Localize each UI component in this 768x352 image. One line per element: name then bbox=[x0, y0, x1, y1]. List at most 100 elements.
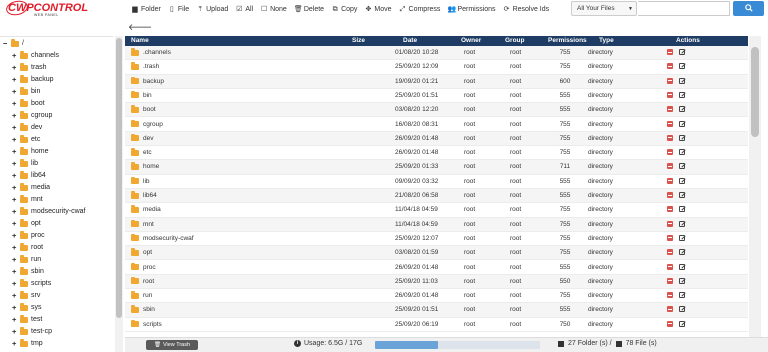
expand-icon[interactable]: + bbox=[12, 195, 18, 204]
tree-root[interactable]: − / bbox=[3, 39, 24, 48]
tree-scrollbar[interactable] bbox=[115, 36, 123, 352]
col-owner[interactable]: Owner bbox=[461, 37, 481, 44]
table-row[interactable]: scripts 25/09/20 06:19 root root 750 director… bbox=[125, 318, 748, 332]
expand-icon[interactable]: + bbox=[12, 339, 18, 348]
row-name[interactable]: sbin bbox=[131, 305, 155, 313]
delete-icon[interactable] bbox=[667, 306, 673, 313]
row-name[interactable]: etc bbox=[131, 148, 152, 156]
edit-icon[interactable] bbox=[679, 234, 685, 241]
table-scrollbar-thumb[interactable] bbox=[751, 47, 759, 137]
table-row[interactable]: root 25/09/20 11:03 root root 550 directory bbox=[125, 274, 748, 290]
delete-icon[interactable] bbox=[667, 120, 673, 127]
delete-icon[interactable] bbox=[667, 320, 673, 327]
edit-icon[interactable] bbox=[679, 263, 685, 270]
delete-icon[interactable] bbox=[667, 77, 673, 84]
col-size[interactable]: Size bbox=[352, 37, 365, 44]
row-permissions[interactable]: 755 bbox=[555, 121, 575, 128]
view-trash-button[interactable]: 🗑 View Trash bbox=[146, 340, 198, 350]
expand-icon[interactable]: + bbox=[12, 315, 18, 324]
tree-item[interactable]: + lib64 bbox=[12, 171, 46, 180]
edit-icon[interactable] bbox=[679, 220, 685, 227]
table-row[interactable]: boot 03/08/20 12:20 root root 555 directory bbox=[125, 103, 748, 118]
delete-icon[interactable] bbox=[667, 263, 673, 270]
toolbar-all-button[interactable]: ☑ All bbox=[235, 6, 253, 13]
table-row[interactable]: dev 26/09/20 01:48 root root 755 directory bbox=[125, 131, 748, 147]
collapse-icon[interactable]: − bbox=[3, 39, 9, 48]
row-name[interactable]: media bbox=[131, 205, 161, 213]
table-row[interactable]: bin 25/09/20 01:51 root root 555 directory bbox=[125, 89, 748, 104]
row-permissions[interactable]: 755 bbox=[555, 249, 575, 256]
toolbar-move-button[interactable]: ✥ Move bbox=[364, 6, 391, 13]
expand-icon[interactable]: + bbox=[12, 243, 18, 252]
tree-item[interactable]: + sys bbox=[12, 303, 42, 312]
delete-icon[interactable] bbox=[667, 206, 673, 213]
row-permissions[interactable]: 555 bbox=[555, 106, 575, 113]
row-name[interactable]: root bbox=[131, 276, 154, 285]
col-date[interactable]: Date bbox=[403, 37, 417, 44]
row-permissions[interactable]: 555 bbox=[555, 264, 575, 271]
tree-item[interactable]: + modsecurity-cwaf bbox=[12, 207, 85, 216]
tree-item[interactable]: + bin bbox=[12, 87, 40, 96]
row-permissions[interactable]: 555 bbox=[555, 92, 575, 99]
tree-item[interactable]: + backup bbox=[12, 75, 54, 84]
col-type[interactable]: Type bbox=[599, 37, 614, 44]
col-group[interactable]: Group bbox=[505, 37, 525, 44]
delete-icon[interactable] bbox=[667, 49, 673, 55]
row-name[interactable]: dev bbox=[131, 133, 153, 142]
edit-icon[interactable] bbox=[679, 120, 685, 127]
tree-item[interactable]: + run bbox=[12, 255, 41, 264]
expand-icon[interactable]: + bbox=[12, 159, 18, 168]
edit-icon[interactable] bbox=[679, 249, 685, 256]
edit-icon[interactable] bbox=[679, 149, 685, 156]
tree-item[interactable]: + test-cp bbox=[12, 327, 52, 336]
delete-icon[interactable] bbox=[667, 149, 673, 156]
expand-icon[interactable]: + bbox=[12, 111, 18, 120]
expand-icon[interactable]: + bbox=[12, 51, 18, 60]
toolbar-compress-button[interactable]: ⤢ Compress bbox=[399, 6, 441, 13]
edit-icon[interactable] bbox=[679, 134, 685, 141]
row-permissions[interactable]: 755 bbox=[555, 206, 575, 213]
search-input[interactable] bbox=[638, 1, 730, 16]
delete-icon[interactable] bbox=[667, 234, 673, 241]
tree-item[interactable]: + lib bbox=[12, 159, 38, 168]
edit-icon[interactable] bbox=[679, 91, 685, 98]
row-permissions[interactable]: 755 bbox=[555, 63, 575, 70]
table-row[interactable]: media 11/04/18 04:59 root root 755 directory bbox=[125, 203, 748, 218]
table-row[interactable]: sbin 25/09/20 01:51 root root 555 directory bbox=[125, 303, 748, 318]
table-row[interactable]: opt 03/08/20 01:59 root root 755 directory bbox=[125, 246, 748, 261]
expand-icon[interactable]: + bbox=[12, 183, 18, 192]
expand-icon[interactable]: + bbox=[12, 255, 18, 264]
row-permissions[interactable]: 555 bbox=[555, 306, 575, 313]
toolbar-folder-button[interactable]: ▆ Folder bbox=[131, 6, 161, 13]
row-name[interactable]: backup bbox=[131, 76, 164, 85]
expand-icon[interactable]: + bbox=[12, 63, 18, 72]
delete-icon[interactable] bbox=[667, 220, 673, 227]
row-name[interactable]: lib64 bbox=[131, 191, 157, 199]
edit-icon[interactable] bbox=[679, 49, 685, 55]
row-name[interactable]: run bbox=[131, 291, 152, 299]
row-name[interactable]: lib bbox=[131, 176, 150, 185]
back-arrow-icon[interactable]: 🡐 bbox=[128, 22, 152, 33]
expand-icon[interactable]: + bbox=[12, 231, 18, 240]
tree-scrollbar-thumb[interactable] bbox=[116, 38, 122, 318]
table-row[interactable]: etc 26/09/20 01:48 root root 755 directory bbox=[125, 146, 748, 161]
delete-icon[interactable] bbox=[667, 249, 673, 256]
edit-icon[interactable] bbox=[679, 63, 685, 70]
delete-icon[interactable] bbox=[667, 277, 673, 284]
edit-icon[interactable] bbox=[679, 77, 685, 84]
row-name[interactable]: home bbox=[131, 162, 159, 170]
table-row[interactable]: backup 19/09/20 01:21 root root 600 directory bbox=[125, 74, 748, 89]
row-permissions[interactable]: 750 bbox=[555, 321, 575, 328]
file-filter-select[interactable]: All Your Files ▼ bbox=[571, 1, 637, 16]
edit-icon[interactable] bbox=[679, 163, 685, 170]
expand-icon[interactable]: + bbox=[12, 219, 18, 228]
expand-icon[interactable]: + bbox=[12, 267, 18, 276]
tree-item[interactable]: + root bbox=[12, 243, 43, 252]
edit-icon[interactable] bbox=[679, 106, 685, 113]
table-row[interactable]: .channels 01/08/20 10:28 root root 755 direct… bbox=[125, 46, 748, 61]
table-scrollbar[interactable] bbox=[749, 36, 761, 340]
delete-icon[interactable] bbox=[667, 292, 673, 299]
tree-item[interactable]: + etc bbox=[12, 135, 40, 144]
toolbar-delete-button[interactable]: 🗑 Delete bbox=[294, 6, 324, 13]
tree-item[interactable]: + test bbox=[12, 315, 42, 324]
